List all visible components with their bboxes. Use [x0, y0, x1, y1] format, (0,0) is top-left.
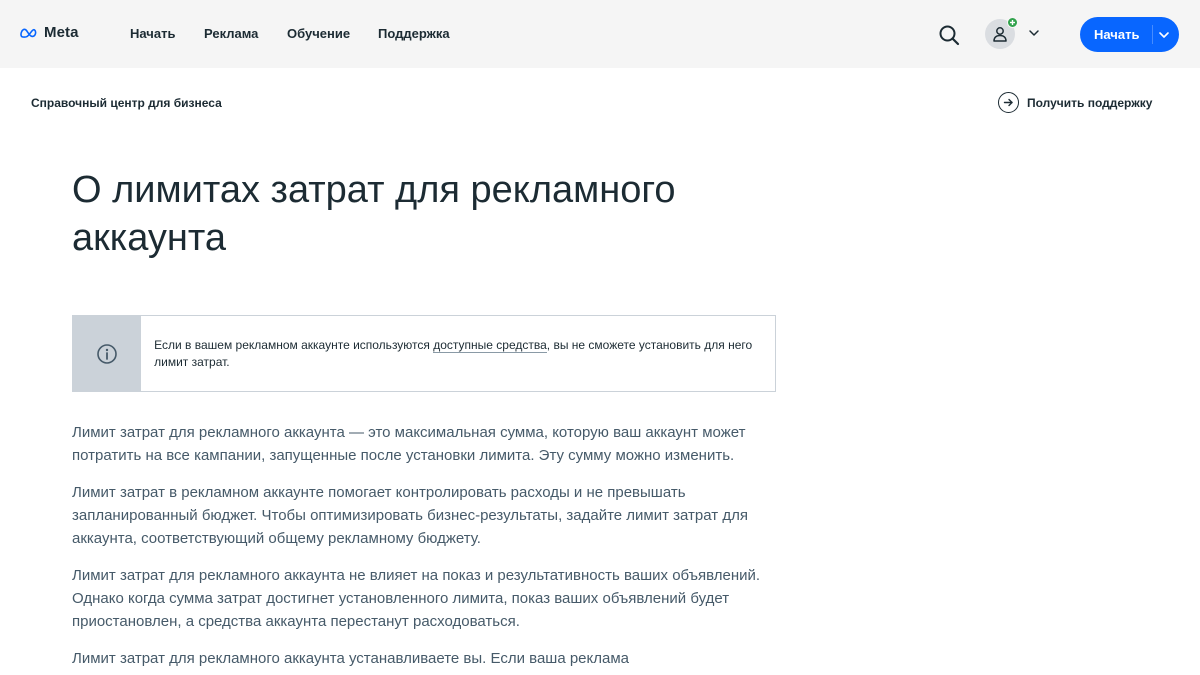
info-notice-icon-panel	[73, 316, 142, 391]
start-button-divider	[1152, 25, 1153, 44]
article-paragraph: Лимит затрат в рекламном аккаунте помога…	[72, 484, 748, 547]
search-icon	[939, 25, 960, 46]
page-title: О лимитах затрат для рекламного аккаунта	[72, 169, 676, 259]
meta-logo-icon	[20, 28, 37, 38]
meta-logo-text: Meta	[44, 24, 79, 41]
notification-badge	[1007, 17, 1018, 28]
chevron-down-icon[interactable]	[1028, 27, 1040, 39]
account-menu[interactable]	[985, 17, 1018, 49]
info-notice-text: Если в вашем рекламном аккаунте использу…	[141, 316, 775, 391]
info-notice: Если в вашем рекламном аккаунте использу…	[72, 315, 776, 392]
info-icon	[97, 343, 117, 364]
article-paragraph: Лимит затрат для рекламного аккаунта — э…	[72, 424, 746, 464]
available-funds-link[interactable]: доступные средства	[433, 338, 547, 353]
help-center-breadcrumb[interactable]: Справочный центр для бизнеса	[31, 96, 222, 110]
get-support-link[interactable]: Получить поддержку	[998, 92, 1152, 113]
chevron-down-icon[interactable]	[1158, 29, 1170, 41]
nav-link-learning[interactable]: Обучение	[287, 26, 350, 41]
arrow-right-circle-icon	[998, 92, 1019, 113]
top-navigation: Meta Начать Реклама Обучение Поддержка Н…	[0, 0, 1200, 68]
nav-link-support[interactable]: Поддержка	[378, 26, 450, 41]
article-paragraph: Лимит затрат для рекламного аккаунта не …	[72, 567, 761, 630]
get-support-label: Получить поддержку	[1027, 95, 1153, 110]
search-button[interactable]	[936, 22, 962, 48]
user-icon	[993, 27, 1007, 42]
article-paragraph: Лимит затрат для рекламного аккаунта уст…	[72, 650, 629, 667]
nav-link-ads[interactable]: Реклама	[204, 26, 258, 41]
notice-text-before: Если в вашем рекламном аккаунте использу…	[154, 338, 434, 352]
meta-logo[interactable]: Meta	[20, 24, 79, 41]
nav-link-start[interactable]: Начать	[130, 26, 175, 41]
start-button-label: Начать	[1094, 27, 1140, 42]
start-button[interactable]: Начать	[1080, 17, 1179, 52]
plus-icon	[1010, 20, 1015, 25]
